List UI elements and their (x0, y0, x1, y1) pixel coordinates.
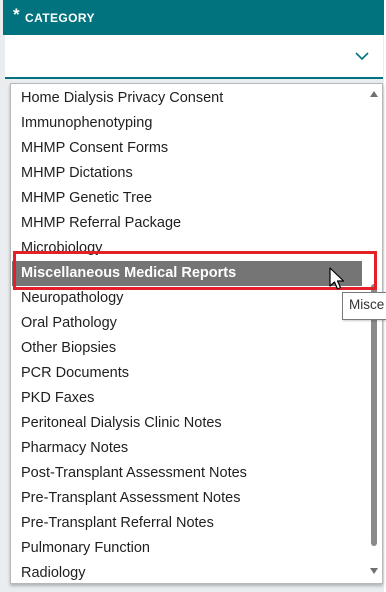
dropdown-option[interactable]: Pre-Transplant Referral Notes (12, 511, 362, 536)
dropdown-option[interactable]: Peritoneal Dialysis Clinic Notes (12, 411, 362, 436)
category-header: * CATEGORY (3, 0, 384, 35)
scrollbar-thumb[interactable] (371, 284, 377, 546)
selection-highlight-box (13, 251, 377, 290)
category-title: CATEGORY (25, 11, 95, 25)
dropdown-option[interactable]: PKD Faxes (12, 386, 362, 411)
dropdown-option[interactable]: Pre-Transplant Assessment Notes (12, 486, 362, 511)
dropdown-option[interactable]: MHMP Dictations (12, 161, 362, 186)
category-dropdown-list[interactable]: Radiology Pulmonary Function Pre-Transplan… (10, 83, 383, 584)
dropdown-option[interactable]: Pulmonary Function (12, 536, 362, 561)
dropdown-option[interactable]: Oral Pathology (12, 311, 362, 336)
mouse-pointer-icon (329, 267, 345, 290)
dropdown-scrollbar[interactable] (366, 84, 382, 583)
dropdown-option[interactable]: Other Biopsies (12, 336, 362, 361)
dropdown-option[interactable]: MHMP Consent Forms (12, 136, 362, 161)
dropdown-option[interactable]: Home Dialysis Privacy Consent (12, 86, 362, 111)
scroll-up-arrow-icon[interactable] (370, 91, 378, 97)
dropdown-option[interactable]: Pharmacy Notes (12, 436, 362, 461)
dropdown-option[interactable]: MHMP Referral Package (12, 211, 362, 236)
chevron-down-icon[interactable] (355, 51, 369, 61)
category-panel: * CATEGORY Radiology Pulmonary Function Pr… (0, 0, 384, 592)
dropdown-option[interactable]: Immunophenotyping (12, 111, 362, 136)
item-tooltip: Misce (342, 292, 386, 320)
required-marker: * (13, 5, 20, 24)
scroll-down-arrow-icon[interactable] (370, 568, 378, 574)
dropdown-option[interactable]: Post-Transplant Assessment Notes (12, 461, 362, 486)
category-select[interactable] (5, 35, 383, 79)
dropdown-option[interactable]: Radiology (12, 561, 362, 586)
dropdown-option[interactable]: PCR Documents (12, 361, 362, 386)
dropdown-option[interactable]: MHMP Genetic Tree (12, 186, 362, 211)
